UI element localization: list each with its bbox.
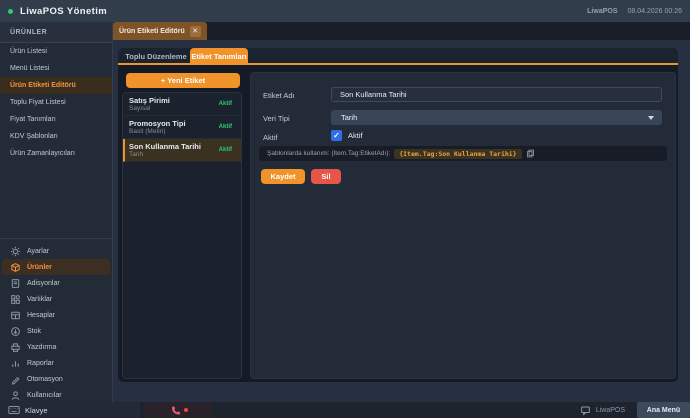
type-label: Veri Tipi bbox=[263, 114, 290, 123]
active-checkbox-label: Aktif bbox=[348, 131, 363, 140]
topbar-app-name: LiwaPOS bbox=[587, 8, 617, 15]
active-check-row: ✓ Aktif bbox=[331, 130, 363, 141]
sidebar-item-urun-listesi[interactable]: Ürün Listesi bbox=[0, 43, 112, 60]
chevron-down-icon bbox=[648, 116, 654, 120]
box-icon bbox=[10, 262, 21, 273]
editor-content: Toplu Düzenleme Etiket Tanımları + Yeni … bbox=[118, 48, 678, 382]
status-bar: Klavye LiwaPOS Ana Menü bbox=[0, 402, 690, 418]
topbar-datetime: 08.04.2026 00:26 bbox=[628, 8, 683, 15]
active-label: Aktif bbox=[263, 133, 278, 142]
status-badge: Aktif bbox=[219, 124, 232, 130]
close-icon[interactable]: ✕ bbox=[190, 26, 201, 37]
module-label: Ürünler bbox=[27, 264, 52, 271]
list-item-selected[interactable]: Son Kullanma Tarihi Tarih Aktif bbox=[123, 139, 241, 162]
tab-etiket-tanimlari[interactable]: Etiket Tanımları bbox=[190, 48, 248, 65]
template-hint: Şablonlarda kullanım: {Item.Tag:EtiketAd… bbox=[267, 150, 390, 157]
document-tab-label: Ürün Etiketi Editörü bbox=[119, 28, 185, 35]
delete-button[interactable]: Sil bbox=[311, 169, 341, 184]
data-type-select[interactable]: Tarih bbox=[331, 110, 662, 125]
statusbar-app-name: LiwaPOS bbox=[596, 407, 625, 414]
sidebar: ÜRÜNLER Ürün Listesi Menü Listesi Ürün E… bbox=[0, 22, 113, 402]
module-stok[interactable]: Stok bbox=[2, 323, 110, 339]
list-item[interactable]: Promosyon Tipi Basit (Metin) Aktif bbox=[123, 116, 241, 139]
new-tag-button[interactable]: + Yeni Etiket bbox=[126, 73, 240, 88]
module-varliklar[interactable]: Varlıklar bbox=[2, 291, 110, 307]
module-yazdirma[interactable]: Yazdırma bbox=[2, 339, 110, 355]
tag-list: Satış Pirimi Sayısal Aktif Promosyon Tip… bbox=[122, 92, 242, 379]
notification-dot bbox=[184, 408, 188, 412]
app-title: LiwaPOS Yönetim bbox=[20, 6, 107, 17]
save-button[interactable]: Kaydet bbox=[261, 169, 305, 184]
gear-icon bbox=[10, 246, 21, 257]
module-hesaplar[interactable]: Hesaplar bbox=[2, 307, 110, 323]
module-label: Raporlar bbox=[27, 360, 54, 367]
module-ayarlar[interactable]: Ayarlar bbox=[2, 243, 110, 259]
module-adisyonlar[interactable]: Adisyonlar bbox=[2, 275, 110, 291]
receipt-icon bbox=[10, 278, 21, 289]
keyboard-label: Klavye bbox=[25, 406, 48, 415]
module-label: Kullanıcılar bbox=[27, 392, 62, 399]
sidebar-item-toplu-fiyat-listesi[interactable]: Toplu Fiyat Listesi bbox=[0, 94, 112, 111]
template-usage-strip: Şablonlarda kullanım: {Item.Tag:EtiketAd… bbox=[259, 146, 667, 161]
module-otomasyon[interactable]: Otomasyon bbox=[2, 371, 110, 387]
module-label: Yazdırma bbox=[27, 344, 56, 351]
stock-icon bbox=[10, 326, 21, 337]
document-tab-bar: Ürün Etiketi Editörü ✕ bbox=[113, 22, 690, 40]
sidebar-item-urun-zamanlayicilari[interactable]: Ürün Zamanlayıcıları bbox=[0, 145, 112, 162]
call-button[interactable] bbox=[145, 402, 213, 418]
phone-icon bbox=[170, 405, 181, 416]
sidebar-section-title: ÜRÜNLER bbox=[0, 22, 112, 43]
main-menu-button[interactable]: Ana Menü bbox=[637, 402, 690, 418]
user-icon bbox=[10, 390, 21, 401]
inner-tab-bar: Toplu Düzenleme Etiket Tanımları bbox=[118, 48, 678, 65]
sidebar-item-urun-etiketi-editoru[interactable]: Ürün Etiketi Editörü bbox=[0, 77, 112, 94]
tab-toplu-duzenleme[interactable]: Toplu Düzenleme bbox=[122, 48, 190, 65]
module-label: Varlıklar bbox=[27, 296, 52, 303]
keyboard-toggle[interactable]: Klavye bbox=[0, 402, 140, 418]
sidebar-item-menu-listesi[interactable]: Menü Listesi bbox=[0, 60, 112, 77]
name-label: Etiket Adı bbox=[263, 91, 295, 100]
module-kullanicilar[interactable]: Kullanıcılar bbox=[2, 387, 110, 403]
module-label: Otomasyon bbox=[27, 376, 63, 383]
sidebar-modules: Ayarlar Ürünler Adisyonlar Varlıklar Hes… bbox=[0, 238, 112, 403]
sidebar-item-fiyat-tanimlari[interactable]: Fiyat Tanımları bbox=[0, 111, 112, 128]
title-bar: LiwaPOS Yönetim LiwaPOS 08.04.2026 00:26 bbox=[0, 0, 690, 22]
keyboard-icon bbox=[8, 405, 20, 415]
grid-icon bbox=[10, 294, 21, 305]
data-type-value: Tarih bbox=[341, 113, 357, 122]
printer-icon bbox=[10, 342, 21, 353]
status-dot-icon bbox=[8, 9, 13, 14]
module-label: Hesaplar bbox=[27, 312, 55, 319]
status-badge: Aktif bbox=[219, 147, 232, 153]
module-raporlar[interactable]: Raporlar bbox=[2, 355, 110, 371]
statusbar-right: LiwaPOS Ana Menü bbox=[580, 402, 690, 418]
main-area: Ürün Etiketi Editörü ✕ Toplu Düzenleme E… bbox=[113, 22, 690, 402]
pen-icon bbox=[10, 374, 21, 385]
document-tab-urun-etiketi-editoru[interactable]: Ürün Etiketi Editörü ✕ bbox=[113, 22, 207, 40]
active-checkbox[interactable]: ✓ bbox=[331, 130, 342, 141]
module-label: Adisyonlar bbox=[27, 280, 60, 287]
chart-icon bbox=[10, 358, 21, 369]
app-window: LiwaPOS Yönetim LiwaPOS 08.04.2026 00:26… bbox=[0, 0, 690, 418]
module-urunler[interactable]: Ürünler bbox=[2, 259, 110, 275]
chat-bubble-icon[interactable] bbox=[580, 405, 591, 416]
sidebar-item-kdv-sablonlari[interactable]: KDV Şablonları bbox=[0, 128, 112, 145]
tag-name-input[interactable] bbox=[331, 87, 662, 102]
copy-icon[interactable] bbox=[526, 149, 535, 158]
template-code-chip: {Item.Tag:Son Kullanma Tarihi} bbox=[394, 149, 521, 159]
table-icon bbox=[10, 310, 21, 321]
module-label: Stok bbox=[27, 328, 41, 335]
module-label: Ayarlar bbox=[27, 248, 49, 255]
tag-form: Etiket Adı Veri Tipi Tarih Aktif ✓ Aktif… bbox=[250, 72, 676, 379]
status-badge: Aktif bbox=[219, 101, 232, 107]
list-item[interactable]: Satış Pirimi Sayısal Aktif bbox=[123, 93, 241, 116]
